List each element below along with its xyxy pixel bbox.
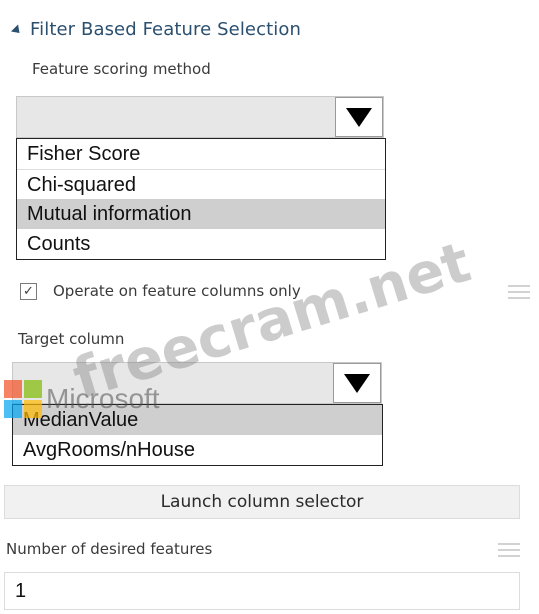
checkmark-icon: ✓ bbox=[23, 283, 34, 299]
option-counts[interactable]: Counts bbox=[17, 229, 385, 259]
dropdown-arrow-button[interactable] bbox=[333, 363, 381, 403]
microsoft-watermark: Microsoft bbox=[4, 380, 160, 418]
target-column-label: Target column bbox=[18, 330, 125, 348]
option-fisher-score[interactable]: Fisher Score bbox=[17, 139, 385, 169]
microsoft-logo-icon bbox=[4, 380, 42, 418]
option-avg-rooms[interactable]: AvgRooms/nHouse bbox=[13, 435, 382, 465]
section-header[interactable]: Filter Based Feature Selection bbox=[10, 16, 301, 42]
dropdown-arrow-button[interactable] bbox=[335, 97, 383, 137]
desired-features-label: Number of desired features bbox=[6, 540, 213, 558]
collapse-triangle-icon[interactable] bbox=[10, 23, 24, 37]
option-chi-squared[interactable]: Chi-squared bbox=[17, 169, 385, 199]
chevron-down-icon bbox=[346, 107, 372, 127]
microsoft-wordmark: Microsoft bbox=[46, 383, 160, 414]
feature-scoring-dropdown[interactable] bbox=[16, 96, 384, 138]
launch-column-selector-button[interactable]: Launch column selector bbox=[4, 485, 520, 519]
chevron-down-icon bbox=[344, 373, 370, 393]
operate-checkbox-row[interactable]: ✓ Operate on feature columns only bbox=[20, 282, 301, 300]
section-title: Filter Based Feature Selection bbox=[30, 18, 301, 40]
menu-lines-icon[interactable] bbox=[498, 543, 520, 557]
menu-lines-icon[interactable] bbox=[508, 285, 530, 299]
operate-checkbox-label: Operate on feature columns only bbox=[53, 282, 301, 300]
feature-scoring-options-list[interactable]: Fisher Score Chi-squared Mutual informat… bbox=[16, 138, 386, 260]
operate-checkbox[interactable]: ✓ bbox=[20, 282, 37, 300]
option-mutual-information[interactable]: Mutual information bbox=[17, 199, 385, 229]
feature-scoring-label: Feature scoring method bbox=[32, 60, 211, 78]
desired-features-input[interactable]: 1 bbox=[4, 572, 520, 610]
